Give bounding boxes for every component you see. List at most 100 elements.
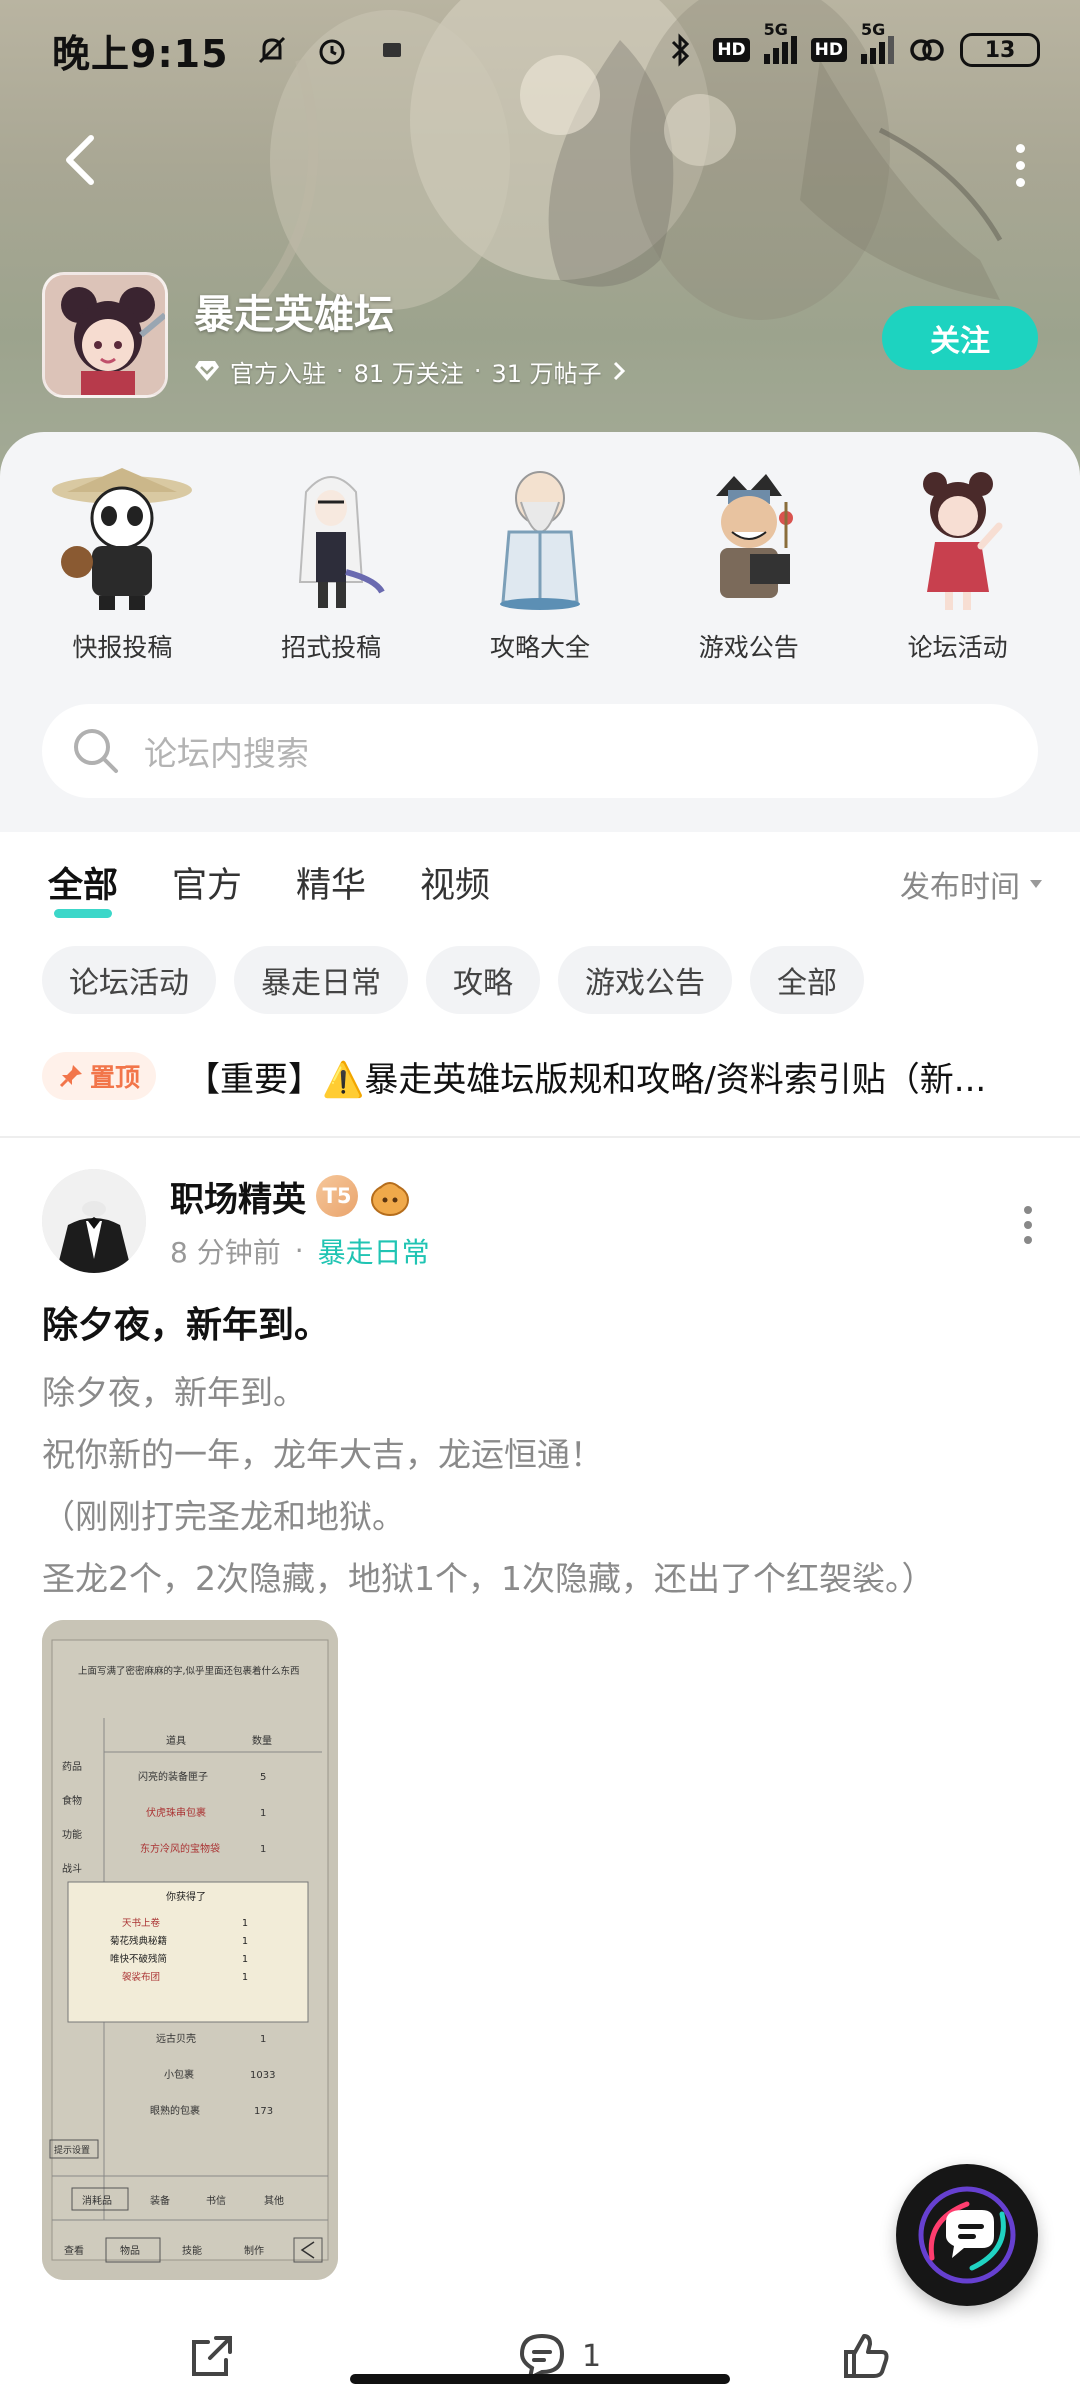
col-item-header: 道具 [166, 1734, 186, 1747]
panda-character-icon [47, 462, 197, 612]
hint-settings-button: 提示设置 [54, 2145, 90, 2156]
post-image-thumbnail[interactable]: 上面写满了密密麻麻的字,似乎里面还包裹着什么东西 道具 数量 药品 食物 功能 … [42, 1620, 338, 2280]
item-row-qty: 1 [260, 1808, 266, 1819]
bottom-tab: 书信 [206, 2195, 226, 2207]
diamond-icon [195, 361, 219, 381]
post-header: 职场精英 T5 8 分钟前 · 暴走日常 [42, 1166, 1042, 1276]
chevron-right-icon [613, 361, 625, 381]
like-button[interactable] [840, 2330, 892, 2382]
back-button[interactable] [50, 130, 110, 190]
post-body[interactable]: 除夕夜，新年到。 祝你新的一年，龙年大吉，龙运恒通！ （刚刚打完圣龙和地狱。 圣… [42, 1362, 1052, 1610]
post-filter-tabs: 全部 官方 精华 视频 发布时间 [0, 832, 1080, 932]
side-tab: 药品 [62, 1761, 82, 1773]
posts-count: 31 万帖子 [491, 359, 602, 388]
post-more-button[interactable] [1024, 1206, 1032, 1244]
share-icon [192, 2336, 232, 2376]
item-row-name: 远古贝壳 [156, 2032, 196, 2045]
pinned-post[interactable]: 置顶 【重要】⚠️暴走英雄坛版规和攻略/资料索引贴（新... [42, 1048, 1042, 1104]
bluetooth-icon [661, 31, 699, 69]
tab-video[interactable]: 视频 [420, 857, 490, 908]
shortcut-label: 快报投稿 [72, 633, 173, 662]
forum-logo-character-icon [45, 275, 165, 395]
screenshot-caption: 上面写满了密密麻麻的字,似乎里面还包裹着什么东西 [78, 1665, 300, 1677]
post-body-line: 祝你新的一年，龙年大吉，龙运恒通！ [42, 1435, 603, 1474]
post-body-line: 除夕夜，新年到。 [42, 1373, 306, 1412]
tab-official[interactable]: 官方 [172, 857, 242, 908]
share-button[interactable] [186, 2330, 238, 2382]
signal-icon-2: 5G [861, 20, 894, 64]
bottom-tab: 其他 [264, 2194, 284, 2207]
forum-header: 暴走英雄坛 官方入驻 · 81 万关注 · 31 万帖子 [42, 272, 626, 398]
official-label: 官方入驻 [230, 359, 326, 388]
chip-forum-events[interactable]: 论坛活动 [42, 946, 216, 1014]
status-time: 晚上9:15 [52, 31, 229, 76]
shortcut-label: 论坛活动 [907, 633, 1008, 662]
side-tab: 功能 [62, 1828, 82, 1841]
tab-all[interactable]: 全部 [48, 857, 118, 918]
item-row-qty: 1 [260, 1844, 266, 1855]
separator-dot: · [336, 357, 344, 385]
author-name[interactable]: 职场精英 [170, 1172, 306, 1221]
shortcut-news-submit[interactable]: 快报投稿 [32, 462, 212, 664]
level-badge: T5 [316, 1175, 358, 1217]
hd-badge-1: HD [713, 38, 750, 62]
thumbs-up-icon [844, 2334, 889, 2378]
author-avatar[interactable] [42, 1169, 146, 1273]
item-row-qty: 5 [260, 1772, 266, 1783]
popup-row-qty: 1 [242, 1972, 248, 1983]
separator-dot: · [294, 1234, 304, 1267]
chip-daily[interactable]: 暴走日常 [234, 946, 408, 1014]
network-label-1: 5G [763, 20, 788, 39]
chip-announcements[interactable]: 游戏公告 [558, 946, 732, 1014]
forum-avatar[interactable] [42, 272, 168, 398]
side-tab: 战斗 [62, 1863, 82, 1875]
followers-count: 81 万关注 [353, 359, 464, 388]
shortcut-moves-submit[interactable]: 招式投稿 [241, 462, 421, 664]
alarm-icon [313, 31, 351, 69]
forum-title: 暴走英雄坛 [194, 291, 394, 338]
link-icon [908, 31, 946, 69]
pinned-post-title: 【重要】⚠️暴走英雄坛版规和攻略/资料索引贴（新... [186, 1059, 987, 1100]
sort-dropdown[interactable]: 发布时间 [900, 862, 1044, 906]
popup-row-name: 袈裟布团 [122, 1971, 160, 1983]
item-row-qty: 1 [260, 2034, 266, 2045]
pinned-badge: 置顶 [42, 1052, 157, 1100]
item-row-name: 小包裹 [164, 2068, 194, 2081]
post-body-line: （刚刚打完圣龙和地狱。 [42, 1497, 405, 1536]
pin-icon [59, 1065, 82, 1088]
shortcut-label: 招式投稿 [281, 633, 382, 662]
chat-fab-button[interactable] [896, 2164, 1038, 2306]
white-robed-character-icon [256, 462, 406, 612]
bottom-tab: 装备 [150, 2194, 170, 2207]
shortcut-guides[interactable]: 攻略大全 [450, 462, 630, 664]
signal-icon-1: 5G [763, 20, 797, 64]
follow-button[interactable]: 关注 [882, 306, 1038, 370]
home-indicator[interactable] [350, 2374, 730, 2384]
forum-stats[interactable]: 官方入驻 · 81 万关注 · 31 万帖子 [194, 354, 626, 389]
shortcut-announcements[interactable]: 游戏公告 [659, 462, 839, 664]
sort-label: 发布时间 [900, 870, 1020, 905]
announcer-character-icon [674, 462, 824, 612]
section-divider [0, 1136, 1080, 1138]
post-title[interactable]: 除夕夜，新年到。 [42, 1296, 330, 1348]
category-chips: 论坛活动 暴走日常 攻略 游戏公告 全部 [42, 946, 864, 1014]
post-category-tag[interactable]: 暴走日常 [318, 1231, 430, 1271]
shortcut-forum-events[interactable]: 论坛活动 [868, 462, 1048, 664]
caret-down-icon [1030, 880, 1042, 888]
nav-tab: 制作 [244, 2244, 264, 2257]
chevron-left-icon [66, 135, 94, 185]
item-row-name: 伏虎珠串包裹 [146, 1806, 206, 1819]
post-body-line: 圣龙2个，2次隐藏，地狱1个，1次隐藏，还出了个红袈裟。） [42, 1559, 935, 1598]
chip-guides[interactable]: 攻略 [426, 946, 540, 1014]
nav-tab: 物品 [120, 2244, 140, 2257]
popup-row-qty: 1 [242, 1936, 248, 1947]
forum-search-input[interactable]: 论坛内搜索 [42, 704, 1038, 798]
tab-featured[interactable]: 精华 [296, 857, 366, 908]
more-options-button[interactable] [1000, 135, 1040, 195]
shortcut-label: 攻略大全 [489, 633, 590, 662]
app-notification-icon [373, 31, 411, 69]
post-action-bar: 1 [0, 2316, 1080, 2400]
chip-all[interactable]: 全部 [750, 946, 864, 1014]
search-placeholder: 论坛内搜索 [144, 734, 309, 773]
shortcut-list: 快报投稿 招式投稿 攻略大全 游戏公告 论坛活动 [0, 462, 1080, 664]
